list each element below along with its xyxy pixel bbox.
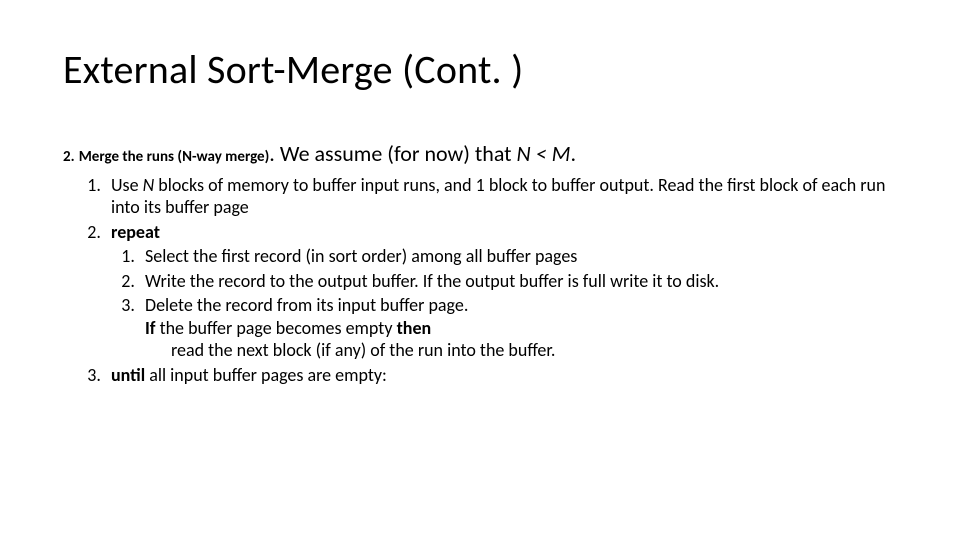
- slide: External Sort-Merge (Cont. ) 2. Merge th…: [0, 0, 960, 540]
- step-1: Use N blocks of memory to buffer input r…: [105, 174, 903, 219]
- lead-ital: N < M: [517, 140, 571, 167]
- lead-number: 2.: [63, 148, 75, 166]
- step-2-1: Select the first record (in sort order) …: [139, 245, 903, 268]
- step-2-3-then: then: [397, 317, 432, 339]
- step-2-2: Write the record to the output buffer. I…: [139, 270, 903, 293]
- step-3-rest: all input buffer pages are empty:: [145, 364, 387, 386]
- slide-body: 2. Merge the runs (N-way merge). We assu…: [63, 140, 903, 388]
- step-2-repeat: repeat: [111, 221, 160, 243]
- lead-rest-a: We assume (for now) that: [280, 140, 517, 167]
- lead-line: 2. Merge the runs (N-way merge). We assu…: [63, 140, 903, 168]
- step-3: until all input buffer pages are empty:: [105, 364, 903, 387]
- step-1b: blocks of memory to buffer input runs, a…: [111, 174, 885, 219]
- lead-bold: Merge the runs (N-way merge): [79, 148, 270, 166]
- lead-rest-b: .: [570, 140, 576, 167]
- step-1a: Use: [111, 174, 143, 196]
- step-2: repeat Select the first record (in sort …: [105, 221, 903, 362]
- step-1-n: N: [143, 174, 155, 196]
- step-2-3-if: If: [145, 317, 156, 339]
- step-2-3: Delete the record from its input buffer …: [139, 294, 903, 362]
- inner-list: Select the first record (in sort order) …: [139, 245, 903, 362]
- step-3-until: until: [111, 364, 145, 386]
- outer-list: Use N blocks of memory to buffer input r…: [105, 174, 903, 387]
- lead-period: .: [269, 140, 280, 167]
- step-2-3a: Delete the record from its input buffer …: [145, 294, 468, 316]
- step-2-3c: read the next block (if any) of the run …: [171, 339, 555, 361]
- slide-title: External Sort-Merge (Cont. ): [63, 45, 523, 94]
- step-2-3b: the buffer page becomes empty: [156, 317, 397, 339]
